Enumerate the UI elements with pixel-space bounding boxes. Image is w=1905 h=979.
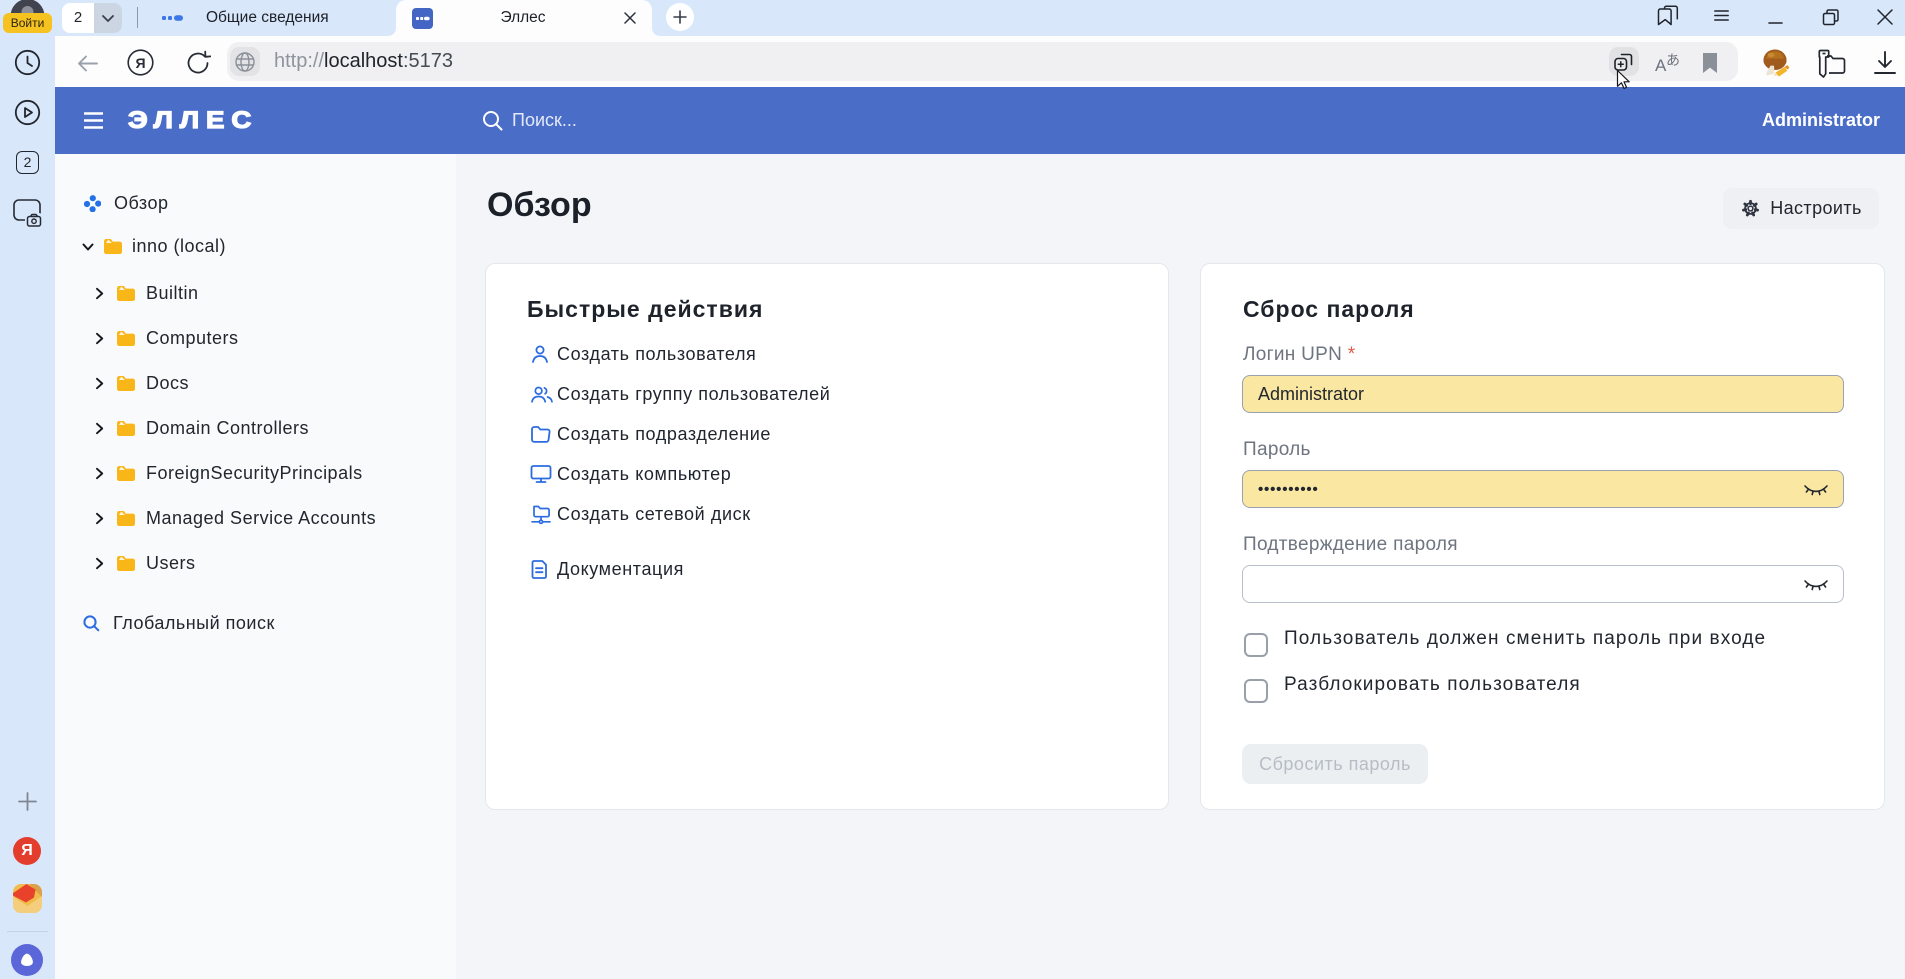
svg-text:あ: あ: [1666, 52, 1680, 68]
svg-text:Я: Я: [135, 55, 145, 71]
